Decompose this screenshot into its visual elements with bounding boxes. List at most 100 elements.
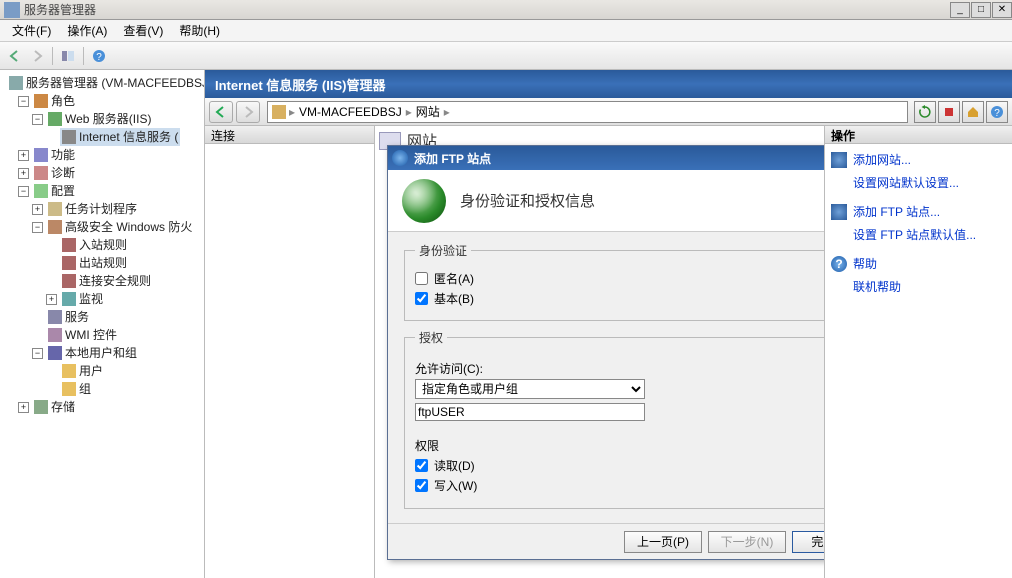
bc-host[interactable]: VM-MACFEEDBSJ bbox=[295, 105, 406, 119]
toolbar: ? bbox=[0, 42, 1012, 70]
action-label: 添加 FTP 站点... bbox=[853, 203, 940, 220]
bc-help-icon[interactable]: ? bbox=[986, 101, 1008, 123]
close-button[interactable]: ✕ bbox=[992, 2, 1012, 18]
toolbar-show-hide-icon[interactable] bbox=[57, 45, 79, 67]
actions-list: 添加网站... 设置网站默认设置... 添加 FTP 站点... 设置 FTP … bbox=[825, 144, 1012, 302]
action-add-website[interactable]: 添加网站... bbox=[831, 148, 1006, 171]
auth-legend: 身份验证 bbox=[415, 242, 471, 259]
main-area: 服务器管理器 (VM-MACFEEDBSJ) −角色 −Web 服务器(IIS)… bbox=[0, 70, 1012, 578]
menubar: 文件(F) 操作(A) 查看(V) 帮助(H) bbox=[0, 20, 1012, 42]
tree-monitoring[interactable]: 监视 bbox=[60, 290, 105, 308]
dialog-title-icon bbox=[392, 150, 408, 166]
bc-home-icon[interactable] bbox=[962, 101, 984, 123]
maximize-button[interactable]: □ bbox=[971, 2, 991, 18]
spacer-icon bbox=[831, 226, 847, 242]
minimize-button[interactable]: _ bbox=[950, 2, 970, 18]
menu-action[interactable]: 操作(A) bbox=[59, 20, 115, 41]
action-online-help[interactable]: 联机帮助 bbox=[831, 275, 1006, 298]
authz-fieldset: 授权 允许访问(C): 指定角色或用户组 权限 读取(D) bbox=[404, 329, 824, 509]
svg-text:?: ? bbox=[96, 52, 102, 63]
basic-checkbox[interactable] bbox=[415, 292, 428, 305]
bc-stop-icon[interactable] bbox=[938, 101, 960, 123]
next-button: 下一步(N) bbox=[708, 531, 786, 553]
connections-header: 连接 bbox=[205, 126, 374, 144]
action-set-website-defaults[interactable]: 设置网站默认设置... bbox=[831, 171, 1006, 194]
write-row[interactable]: 写入(W) bbox=[415, 477, 824, 494]
expander[interactable]: − bbox=[32, 114, 43, 125]
expander[interactable]: + bbox=[18, 402, 29, 413]
expander[interactable]: − bbox=[18, 186, 29, 197]
bc-refresh-icon[interactable] bbox=[914, 101, 936, 123]
content-body: 连接 网站 添加 FTP 站点 ? ✕ 身 bbox=[205, 126, 1012, 578]
toolbar-help-icon[interactable]: ? bbox=[88, 45, 110, 67]
tree-outbound-rules[interactable]: 出站规则 bbox=[60, 254, 129, 272]
tree-features[interactable]: 功能 bbox=[32, 146, 77, 164]
finish-button[interactable]: 完成(F) bbox=[792, 531, 824, 553]
tree-label: 角色 bbox=[51, 92, 75, 110]
tree-storage[interactable]: 存储 bbox=[32, 398, 77, 416]
tree-label: 组 bbox=[79, 380, 91, 398]
dialog-titlebar: 添加 FTP 站点 ? ✕ bbox=[388, 146, 824, 170]
user-input[interactable] bbox=[415, 403, 645, 421]
action-set-ftp-defaults[interactable]: 设置 FTP 站点默认值... bbox=[831, 223, 1006, 246]
tree-label: 服务 bbox=[65, 308, 89, 326]
read-row[interactable]: 读取(D) bbox=[415, 457, 824, 474]
tree-roles[interactable]: 角色 bbox=[32, 92, 77, 110]
breadcrumb[interactable]: ▸ VM-MACFEEDBSJ ▸ 网站 ▸ bbox=[267, 101, 908, 123]
expander[interactable]: + bbox=[18, 150, 29, 161]
breadcrumb-row: ▸ VM-MACFEEDBSJ ▸ 网站 ▸ ? bbox=[205, 98, 1012, 126]
write-checkbox[interactable] bbox=[415, 479, 428, 492]
svg-text:?: ? bbox=[994, 108, 1000, 119]
anonymous-checkbox[interactable] bbox=[415, 272, 428, 285]
tree-label: 本地用户和组 bbox=[65, 344, 137, 362]
allow-access-select[interactable]: 指定角色或用户组 bbox=[415, 379, 645, 399]
dialog-header-text: 身份验证和授权信息 bbox=[460, 190, 595, 211]
read-checkbox[interactable] bbox=[415, 459, 428, 472]
tree-web-server-iis[interactable]: Web 服务器(IIS) bbox=[46, 110, 153, 128]
action-label: 设置 FTP 站点默认值... bbox=[853, 226, 976, 243]
expander[interactable]: − bbox=[32, 348, 43, 359]
menu-file[interactable]: 文件(F) bbox=[4, 20, 59, 41]
previous-button[interactable]: 上一页(P) bbox=[624, 531, 702, 553]
tree-iis-service[interactable]: Internet 信息服务 ( bbox=[60, 128, 180, 146]
tree-root-label: 服务器管理器 (VM-MACFEEDBSJ) bbox=[26, 74, 205, 92]
anonymous-label: 匿名(A) bbox=[434, 270, 474, 287]
tree-wmi-control[interactable]: WMI 控件 bbox=[46, 326, 119, 344]
tree-inbound-rules[interactable]: 入站规则 bbox=[60, 236, 129, 254]
tree-configuration[interactable]: 配置 bbox=[32, 182, 77, 200]
tree-local-users-groups[interactable]: 本地用户和组 bbox=[46, 344, 139, 362]
tree-adv-firewall[interactable]: 高级安全 Windows 防火 bbox=[46, 218, 194, 236]
bc-back-button[interactable] bbox=[209, 101, 233, 123]
bc-forward-button[interactable] bbox=[236, 101, 260, 123]
auth-fieldset: 身份验证 匿名(A) 基本(B) bbox=[404, 242, 824, 321]
menu-help[interactable]: 帮助(H) bbox=[171, 20, 228, 41]
menu-view[interactable]: 查看(V) bbox=[115, 20, 171, 41]
action-label: 帮助 bbox=[853, 255, 877, 272]
expander[interactable]: + bbox=[46, 294, 57, 305]
basic-row[interactable]: 基本(B) bbox=[415, 290, 824, 307]
tree-users[interactable]: 用户 bbox=[60, 362, 105, 380]
dialog-title-text: 添加 FTP 站点 bbox=[414, 150, 824, 167]
dialog-body: 身份验证 匿名(A) 基本(B) 授权 bbox=[388, 232, 824, 523]
expander[interactable]: + bbox=[32, 204, 43, 215]
center-pane: 网站 添加 FTP 站点 ? ✕ 身份验证和授权信息 bbox=[375, 126, 824, 578]
tree-conn-security-rules[interactable]: 连接安全规则 bbox=[60, 272, 153, 290]
expander[interactable]: + bbox=[18, 168, 29, 179]
dialog-header: 身份验证和授权信息 bbox=[388, 170, 824, 232]
tree-diagnostics[interactable]: 诊断 bbox=[32, 164, 77, 182]
nav-back-icon[interactable] bbox=[4, 45, 26, 67]
tree-label: 用户 bbox=[79, 362, 103, 380]
anonymous-row[interactable]: 匿名(A) bbox=[415, 270, 824, 287]
expander[interactable]: − bbox=[18, 96, 29, 107]
expander[interactable]: − bbox=[32, 222, 43, 233]
action-help[interactable]: ? 帮助 bbox=[831, 252, 1006, 275]
tree-groups[interactable]: 组 bbox=[60, 380, 93, 398]
tree-services[interactable]: 服务 bbox=[46, 308, 91, 326]
tree-root[interactable]: 服务器管理器 (VM-MACFEEDBSJ) bbox=[7, 74, 205, 92]
tree-task-scheduler[interactable]: 任务计划程序 bbox=[46, 200, 139, 218]
tree-label: Web 服务器(IIS) bbox=[65, 110, 151, 128]
action-add-ftp-site[interactable]: 添加 FTP 站点... bbox=[831, 200, 1006, 223]
nav-forward-icon[interactable] bbox=[26, 45, 48, 67]
toolbar-separator bbox=[83, 47, 84, 65]
bc-sites[interactable]: 网站 bbox=[412, 103, 444, 120]
